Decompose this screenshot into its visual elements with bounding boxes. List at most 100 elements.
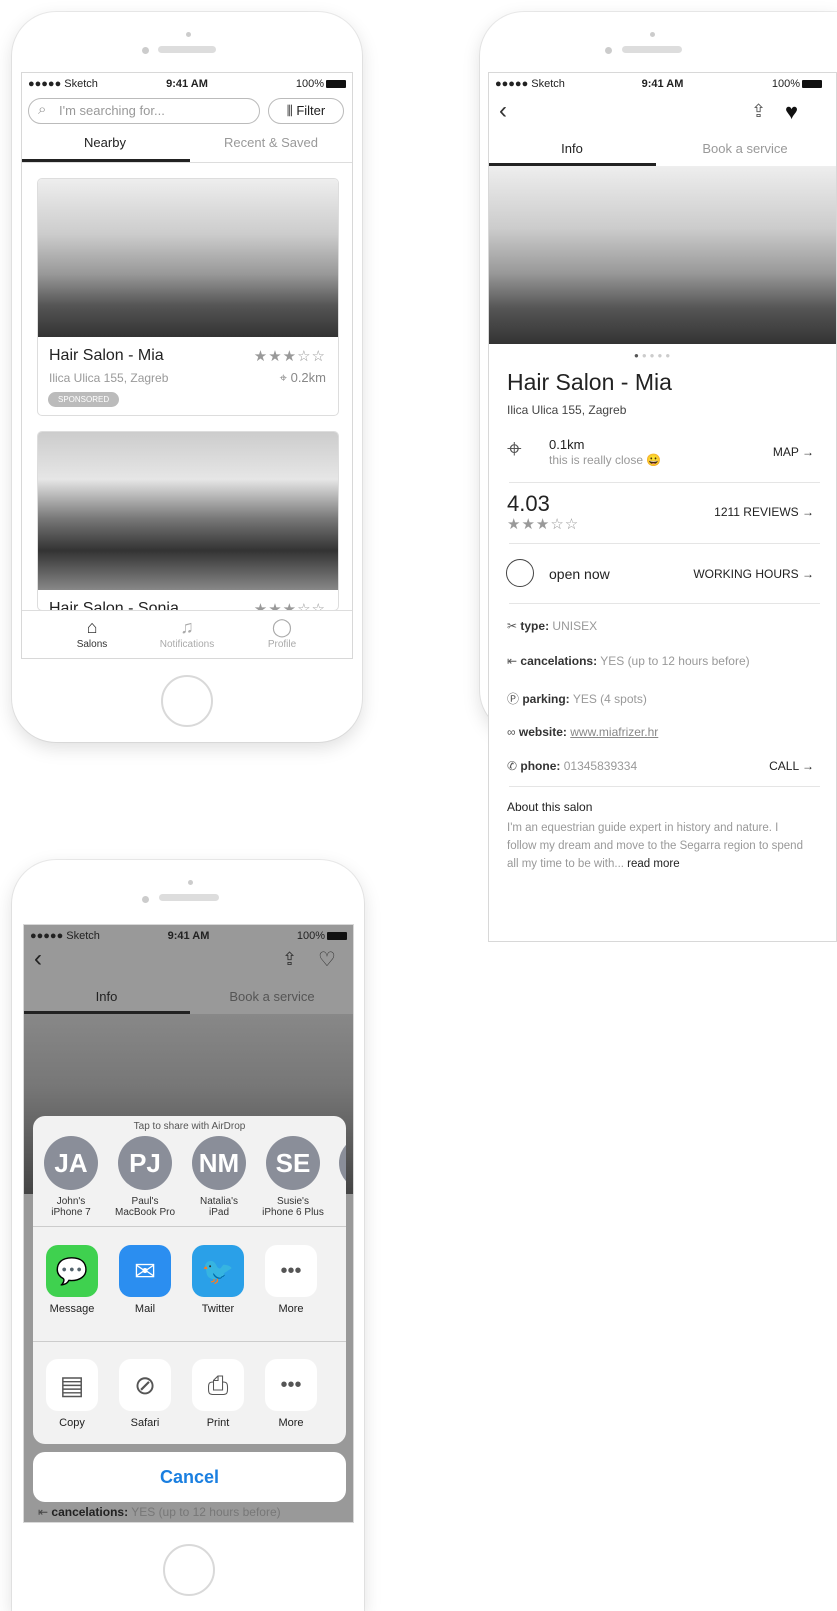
salon-name: Hair Salon - Mia xyxy=(49,347,164,364)
airdrop-contact-label: John's iPhone 7 xyxy=(33,1196,111,1218)
salon-distance: ⌖ 0.2km xyxy=(280,370,326,386)
phone-camera xyxy=(142,896,149,903)
more-apps-icon[interactable]: ••• xyxy=(265,1245,317,1297)
copy-action-icon[interactable]: ▤ xyxy=(46,1359,98,1411)
airdrop-contact-label: Natalia's iPad xyxy=(179,1196,259,1218)
mail-app-icon[interactable]: ✉ xyxy=(119,1245,171,1297)
tabbar-salons[interactable]: ⌂ Salons xyxy=(52,617,132,650)
map-link[interactable]: MAP → xyxy=(773,445,814,459)
battery-percent: 100% xyxy=(296,930,325,942)
share-icon[interactable]: ⇪ xyxy=(751,101,766,122)
app-label: Mail xyxy=(134,1303,156,1315)
airdrop-contact-avatar[interactable]: SE xyxy=(266,1136,320,1190)
type-key: type: xyxy=(520,619,550,633)
tab-nearby[interactable]: Nearby xyxy=(22,135,188,150)
phone-sensor xyxy=(188,880,193,885)
bell-icon: ♫ xyxy=(180,617,194,637)
home-button[interactable] xyxy=(161,675,213,727)
open-status: open now xyxy=(549,566,610,582)
tab-book-service: Book a service xyxy=(229,989,315,1004)
share-sheet: Tap to share with AirDrop JA PJ NM SE Jo… xyxy=(33,1116,346,1444)
contact-line1: Natalia's xyxy=(199,1196,239,1207)
phone-key: phone: xyxy=(520,759,561,773)
airdrop-contact-label: Susie's iPhone 6 Plus xyxy=(253,1196,333,1218)
salon-card[interactable]: Hair Salon - Mia ★★★☆☆ Ilica Ulica 155, … xyxy=(37,178,339,416)
distance-value: 0.1km xyxy=(549,437,585,452)
filter-label: Filter xyxy=(296,103,326,118)
back-icon[interactable]: ‹ xyxy=(499,97,507,125)
share-screen: ●●●●● Sketch 9:41 AM 100% ‹ ⇪ ♡ Info Boo… xyxy=(23,924,354,1523)
action-label: More xyxy=(278,1417,304,1429)
scissors-icon: ✂ xyxy=(507,619,521,633)
search-icon: ⌕ xyxy=(38,101,47,118)
more-actions-icon[interactable]: ••• xyxy=(265,1359,317,1411)
working-hours-link[interactable]: WORKING HOURS → xyxy=(693,567,814,581)
salon-card[interactable]: Hair Salon - Sonja ★★★☆☆ xyxy=(37,431,339,611)
airdrop-contact-avatar[interactable]: NM xyxy=(192,1136,246,1190)
tabbar-profile[interactable]: ◯ Profile xyxy=(242,617,322,650)
website-link[interactable]: www.miafrizer.hr xyxy=(570,725,658,739)
battery-icon xyxy=(327,932,347,941)
airdrop-contact-avatar[interactable]: PJ xyxy=(118,1136,172,1190)
safari-action-icon[interactable]: ⊘ xyxy=(119,1359,171,1411)
cancelations-key: cancelations: xyxy=(520,654,598,668)
search-input[interactable]: ⌕ I'm searching for... xyxy=(28,98,260,124)
twitter-app-icon[interactable]: 🐦 xyxy=(192,1245,244,1297)
tabbar-label: Salons xyxy=(76,639,108,650)
tabbar-notifications[interactable]: ♫ Notifications xyxy=(147,617,227,650)
type-row: ✂ type: UNISEX xyxy=(507,619,597,633)
contact-line2: iPad xyxy=(208,1207,229,1218)
phone-sensor xyxy=(650,32,655,37)
airdrop-contact-label: Paul's MacBook Pro xyxy=(105,1196,185,1218)
divider xyxy=(509,482,820,483)
back-icon: ‹ xyxy=(34,945,42,972)
list-screen: ●●●●● Sketch 9:41 AM 100% ⌕ I'm searchin… xyxy=(21,72,353,659)
message-app-icon[interactable]: 💬 xyxy=(46,1245,98,1297)
phone-speaker xyxy=(158,46,216,53)
call-link[interactable]: CALL → xyxy=(769,759,814,773)
contact-line2: iPhone 6 Plus xyxy=(262,1207,324,1218)
search-placeholder: I'm searching for... xyxy=(59,103,165,118)
behind-key: cancelations: xyxy=(51,1505,129,1519)
filter-button[interactable]: ⫼ Filter xyxy=(268,98,344,124)
distance-value: 0.2km xyxy=(290,370,326,385)
tabbar-label: Notifications xyxy=(159,639,215,650)
read-more-link[interactable]: read more xyxy=(627,858,679,870)
phone-share: ●●●●● Sketch 9:41 AM 100% ‹ ⇪ ♡ Info Boo… xyxy=(12,860,364,1611)
detail-screen: ●●●●● Sketch 9:41 AM 100% ‹ ⇪ ♥ Info Boo… xyxy=(488,72,837,942)
app-label: Twitter xyxy=(201,1303,235,1315)
contact-line1: John's xyxy=(56,1196,86,1207)
print-action-icon[interactable]: ⎙ xyxy=(192,1359,244,1411)
airdrop-contact-avatar[interactable]: JA xyxy=(44,1136,98,1190)
battery: 100% xyxy=(296,78,346,90)
airdrop-contact-avatar-partial xyxy=(339,1136,346,1190)
heart-outline-icon: ♡ xyxy=(318,949,336,971)
behind-value: YES (up to 12 hours before) xyxy=(131,1505,281,1519)
battery: 100% xyxy=(772,78,822,90)
heart-icon[interactable]: ♥ xyxy=(785,99,798,125)
website-row: ∞ website: www.miafrizer.hr xyxy=(507,725,658,739)
website-key: website: xyxy=(518,725,567,739)
action-label: Print xyxy=(206,1417,230,1429)
rating-value: 4.03 xyxy=(507,491,550,516)
carousel-dots: ●●●●● xyxy=(634,351,674,360)
salon-photo xyxy=(38,179,338,337)
clock-icon xyxy=(506,559,534,587)
phone-speaker xyxy=(159,894,219,901)
location-pin-icon: ⌖ xyxy=(507,433,522,463)
tab-recent-saved[interactable]: Recent & Saved xyxy=(188,135,352,150)
salon-address: Ilica Ulica 155, Zagreb xyxy=(49,371,169,385)
reviews-link[interactable]: 1211 REVIEWS → xyxy=(714,505,814,519)
about-title: About this salon xyxy=(507,800,593,814)
about-text: I'm an equestrian guide expert in histor… xyxy=(507,819,807,873)
behind-row: ⇤ cancelations: YES (up to 12 hours befo… xyxy=(38,1505,281,1519)
cancel-button[interactable]: Cancel xyxy=(33,1452,346,1502)
tab-info[interactable]: Info xyxy=(489,141,655,156)
app-label: Message xyxy=(49,1303,95,1315)
parking-row: Ⓟ parking: YES (4 spots) xyxy=(507,690,647,707)
phone-sensor xyxy=(186,32,191,37)
home-button[interactable] xyxy=(163,1544,215,1596)
battery-icon xyxy=(802,80,822,89)
tab-book-service[interactable]: Book a service xyxy=(655,141,835,156)
distance-note: this is really close 😀 xyxy=(549,453,662,467)
